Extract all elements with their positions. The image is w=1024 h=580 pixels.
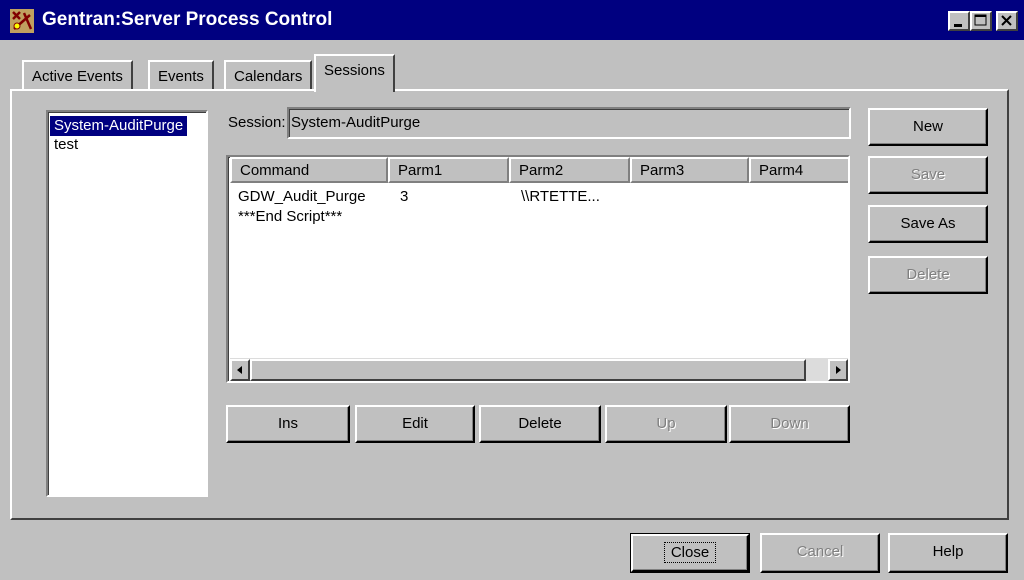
horizontal-scrollbar[interactable] [230,358,848,381]
cell-parm1: 3 [400,188,409,205]
column-header-command[interactable]: Command [230,157,388,183]
window-title: Gentran:Server Process Control [42,9,333,30]
scroll-left-button[interactable] [230,359,250,381]
close-button-label: Close [663,542,717,563]
minimize-button[interactable] [948,11,970,31]
column-header-parm1[interactable]: Parm1 [388,157,509,183]
cell-parm2: \\RTETTE... [521,188,600,205]
session-name-field[interactable]: System-AuditPurge [287,107,851,139]
column-header-parm3[interactable]: Parm3 [630,157,749,183]
list-item-system-auditpurge[interactable]: System-AuditPurge [50,116,188,136]
arrow-left-icon [237,366,242,374]
tab-sessions[interactable]: Sessions [314,54,395,92]
table-row[interactable]: GDW_Audit_Purge 3 \\RTETTE... [230,187,848,207]
tab-active-events[interactable]: Active Events [22,60,133,90]
column-header-parm4[interactable]: Parm4 [749,157,848,183]
table-row[interactable]: ***End Script*** [230,207,848,227]
column-header-parm2[interactable]: Parm2 [509,157,630,183]
minimize-icon [954,24,962,27]
tab-events[interactable]: Events [148,60,214,90]
up-button[interactable]: Up [605,405,727,443]
cancel-button[interactable]: Cancel [760,533,880,573]
scroll-right-button[interactable] [828,359,848,381]
cell-command: GDW_Audit_Purge [238,188,366,205]
command-grid[interactable]: Command Parm1 Parm2 Parm3 Parm4 GDW_Audi… [226,155,850,383]
save-button[interactable]: Save [868,156,988,194]
save-as-button[interactable]: Save As [868,205,988,243]
new-button[interactable]: New [868,108,988,146]
tab-label: Sessions [324,62,385,79]
title-bar[interactable]: Gentran:Server Process Control [0,0,1024,40]
close-window-button[interactable] [996,11,1018,31]
tab-label: Active Events [32,68,123,85]
delete-command-button[interactable]: Delete [479,405,601,443]
delete-session-button[interactable]: Delete [868,256,988,294]
ins-button[interactable]: Ins [226,405,350,443]
down-button[interactable]: Down [729,405,850,443]
list-item-test[interactable]: test [50,135,82,155]
edit-button[interactable]: Edit [355,405,475,443]
close-button-face[interactable]: Close [631,534,749,572]
maximize-icon [974,14,987,26]
scroll-thumb[interactable] [250,359,806,381]
help-button[interactable]: Help [888,533,1008,573]
tab-label: Events [158,68,204,85]
close-icon [1001,15,1012,26]
app-icon [10,9,34,33]
cell-command: ***End Script*** [238,208,343,225]
tab-label: Calendars [234,68,303,85]
close-button[interactable]: Close [630,533,750,573]
arrow-right-icon [836,366,841,374]
sessions-list[interactable]: System-AuditPurge test [46,110,208,497]
session-label: Session: [228,114,286,131]
tab-calendars[interactable]: Calendars [224,60,313,90]
maximize-button[interactable] [970,11,992,31]
